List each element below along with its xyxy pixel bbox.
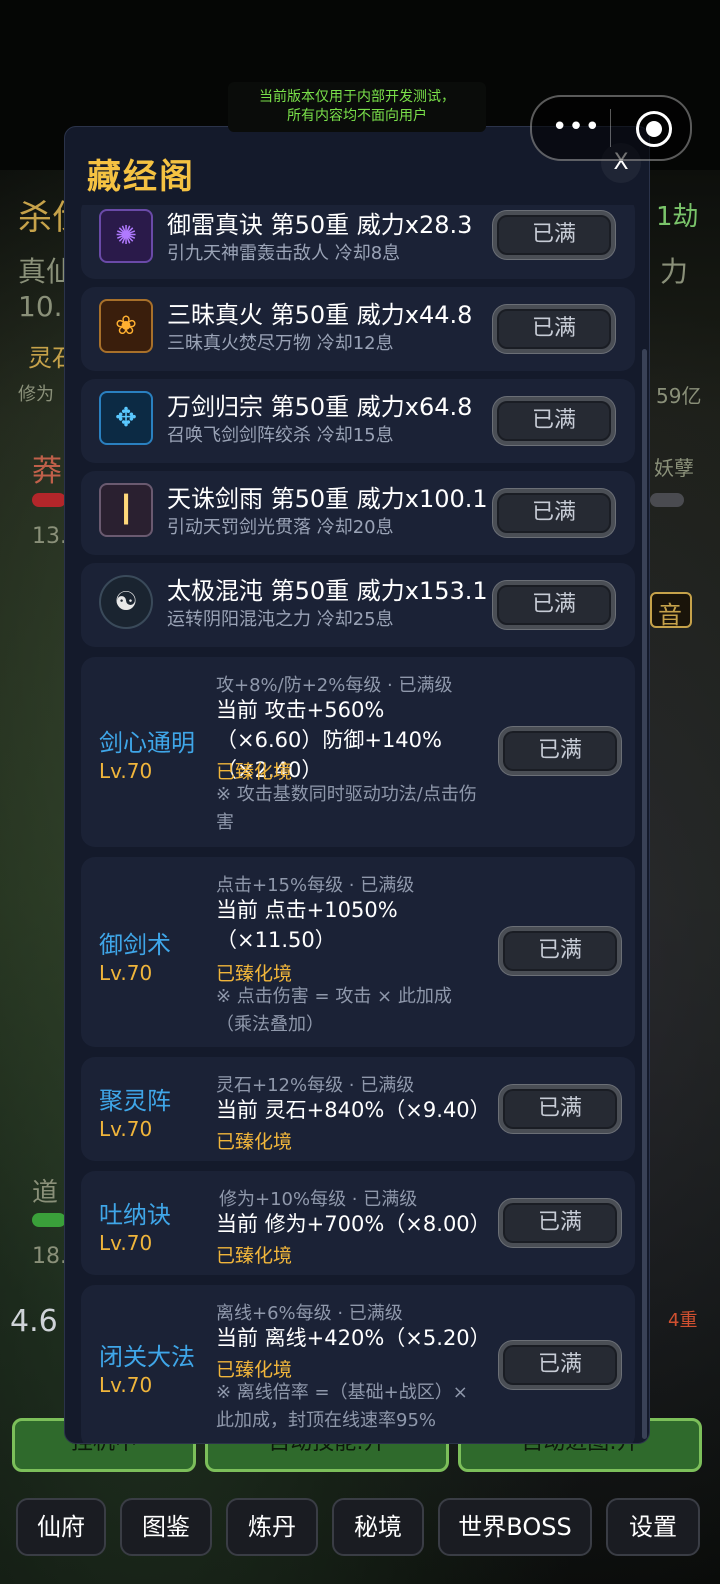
- technique-maxed-button[interactable]: 已满: [499, 927, 621, 975]
- library-modal: 藏经阁 X ✺ 御雷真诀 第50重 威力x28.3 引九天神雷轰击敌人 冷却8息…: [64, 126, 650, 1444]
- technique-note: ※ 离线倍率 =（基础+战区）× 此加成，封顶在线速率95%: [216, 1382, 468, 1431]
- technique-card: 御剑术 Lv.70 点击+15%每级 · 已满级 当前 点击+1050%（×11…: [81, 857, 635, 1047]
- more-options-icon[interactable]: •••: [552, 114, 601, 140]
- technique-level: Lv.70: [99, 1231, 153, 1255]
- skill-title: 御雷真诀 第50重 威力x28.3: [167, 211, 473, 239]
- technique-subtitle: 离线+6%每级 · 已满级: [216, 1303, 403, 1324]
- dev-notice-line2: 所有内容均不面向用户: [287, 108, 427, 124]
- skill-title: 三昧真火 第50重 威力x44.8: [167, 301, 473, 329]
- skill-card: ❀ 三昧真火 第50重 威力x44.8 三昧真火焚尽万物 冷却12息 已满: [81, 287, 635, 371]
- dev-notice: 当前版本仅用于内部开发测试， 所有内容均不面向用户: [228, 82, 486, 132]
- modal-title: 藏经阁: [87, 157, 195, 197]
- exit-target-icon[interactable]: [636, 111, 672, 147]
- technique-subtitle: 修为+10%每级 · 已满级: [219, 1189, 418, 1210]
- bg-dao: 道: [32, 1178, 59, 1208]
- bg-enemy-right: 妖孽: [654, 456, 694, 480]
- skill-maxed-button[interactable]: 已满: [493, 397, 615, 445]
- technique-level: Lv.70: [99, 1117, 153, 1141]
- technique-state: 已臻化境: [216, 761, 293, 783]
- technique-card: 聚灵阵 Lv.70 灵石+12%每级 · 已满级 当前 灵石+840%（×9.4…: [81, 1057, 635, 1161]
- bg-hp2: 18.: [32, 1244, 67, 1269]
- miniprogram-capsule: •••: [530, 95, 692, 161]
- dev-notice-line1: 当前版本仅用于内部开发测试，: [259, 89, 455, 105]
- enemy-hp-bar-track: [650, 493, 684, 507]
- skill-maxed-button[interactable]: 已满: [493, 211, 615, 259]
- skill-card: ┃ 天诛剑雨 第50重 威力x100.1 引动天罚剑光贯落 冷却20息 已满: [81, 471, 635, 555]
- skill-maxed-button[interactable]: 已满: [493, 581, 615, 629]
- technique-name: 聚灵阵: [99, 1087, 171, 1115]
- technique-state: 已臻化境: [216, 1245, 293, 1267]
- technique-name: 御剑术: [99, 931, 171, 959]
- technique-maxed-button[interactable]: 已满: [499, 1085, 621, 1133]
- bg-cultivation-label: 修为: [18, 384, 54, 405]
- technique-subtitle: 灵石+12%每级 · 已满级: [216, 1075, 415, 1096]
- bg-power-suffix: 力: [660, 255, 689, 288]
- technique-current: 当前 点击+1050%（×11.50）: [216, 898, 398, 952]
- skill-desc: 引九天神雷轰击敌人 冷却8息: [167, 243, 401, 264]
- technique-card: 闭关大法 Lv.70 离线+6%每级 · 已满级 当前 离线+420%（×5.2…: [81, 1285, 635, 1443]
- dao-progress-bar: [32, 1213, 66, 1227]
- sound-toggle[interactable]: 音: [650, 592, 692, 629]
- skill-desc: 引动天罚剑光贯落 冷却20息: [167, 517, 394, 538]
- technique-maxed-button[interactable]: 已满: [499, 1341, 621, 1389]
- technique-level: Lv.70: [99, 961, 153, 985]
- taiji-icon: ☯: [99, 575, 153, 629]
- technique-current: 当前 修为+700%（×8.00）: [216, 1212, 491, 1236]
- modal-scroll-area[interactable]: ✺ 御雷真诀 第50重 威力x28.3 引九天神雷轰击敌人 冷却8息 已满 ❀ …: [65, 205, 649, 1443]
- skill-card: ✥ 万剑归宗 第50重 威力x64.8 召唤飞剑剑阵绞杀 冷却15息 已满: [81, 379, 635, 463]
- technique-current: 当前 离线+420%（×5.20）: [216, 1326, 491, 1350]
- skill-card: ☯ 太极混沌 第50重 威力x153.1 运转阴阳混沌之力 冷却25息 已满: [81, 563, 635, 647]
- bg-cultivation-value: 59亿: [656, 384, 702, 408]
- nav-settings[interactable]: 设置: [606, 1498, 700, 1556]
- technique-card: 吐纳诀 Lv.70 修为+10%每级 · 已满级 当前 修为+700%（×8.0…: [81, 1171, 635, 1275]
- skill-desc: 运转阴阳混沌之力 冷却25息: [167, 609, 394, 630]
- technique-state: 已臻化境: [216, 963, 293, 985]
- bg-stage: 1劫: [656, 202, 699, 232]
- skill-desc: 三昧真火焚尽万物 冷却12息: [167, 333, 394, 354]
- technique-note: ※ 攻击基数同时驱动功法/点击伤害: [216, 784, 477, 833]
- technique-subtitle: 点击+15%每级 · 已满级: [216, 875, 415, 896]
- skill-desc: 召唤飞剑剑阵绞杀 冷却15息: [167, 425, 394, 446]
- skill-title: 太极混沌 第50重 威力x153.1: [167, 577, 488, 605]
- flame-lotus-icon: ❀: [99, 299, 153, 353]
- technique-note: ※ 点击伤害 = 攻击 × 此加成（乘法叠加）: [216, 986, 452, 1035]
- nav-cave[interactable]: 仙府: [16, 1498, 106, 1556]
- bg-big-number: 4.6: [10, 1304, 58, 1339]
- skill-title: 天诛剑雨 第50重 威力x100.1: [167, 485, 488, 513]
- technique-name: 吐纳诀: [99, 1201, 171, 1229]
- skill-maxed-button[interactable]: 已满: [493, 305, 615, 353]
- technique-subtitle: 攻+8%/防+2%每级 · 已满级: [216, 675, 453, 696]
- technique-level: Lv.70: [99, 759, 153, 783]
- skill-card: ✺ 御雷真诀 第50重 威力x28.3 引九天神雷轰击敌人 冷却8息 已满: [81, 205, 635, 279]
- sword-array-icon: ✥: [99, 391, 153, 445]
- technique-name: 剑心通明: [99, 729, 195, 757]
- technique-level: Lv.70: [99, 1373, 153, 1397]
- bg-hp1: 13.: [32, 524, 67, 549]
- nav-secret-realm[interactable]: 秘境: [332, 1498, 424, 1556]
- bg-enemy: 莽: [32, 454, 62, 489]
- technique-current: 当前 灵石+840%（×9.40）: [216, 1098, 491, 1122]
- technique-state: 已臻化境: [216, 1131, 293, 1153]
- sound-label: 音: [658, 601, 682, 629]
- sword-rain-icon: ┃: [99, 483, 153, 537]
- technique-card: 剑心通明 Lv.70 攻+8%/防+2%每级 · 已满级 当前 攻击+560%（…: [81, 657, 635, 847]
- technique-maxed-button[interactable]: 已满: [499, 727, 621, 775]
- modal-scrollbar[interactable]: [642, 349, 647, 1439]
- enemy-hp-bar: [32, 493, 66, 507]
- nav-codex[interactable]: 图鉴: [120, 1498, 212, 1556]
- nav-world-boss[interactable]: 世界BOSS: [438, 1498, 592, 1556]
- capsule-divider: [610, 109, 611, 147]
- technique-state: 已臻化境: [216, 1359, 293, 1381]
- skill-title: 万剑归宗 第50重 威力x64.8: [167, 393, 473, 421]
- technique-maxed-button[interactable]: 已满: [499, 1199, 621, 1247]
- thunder-orb-icon: ✺: [99, 209, 153, 263]
- skill-maxed-button[interactable]: 已满: [493, 489, 615, 537]
- technique-name: 闭关大法: [99, 1343, 195, 1371]
- nav-alchemy[interactable]: 炼丹: [226, 1498, 318, 1556]
- bg-layer: 4重: [668, 1310, 698, 1331]
